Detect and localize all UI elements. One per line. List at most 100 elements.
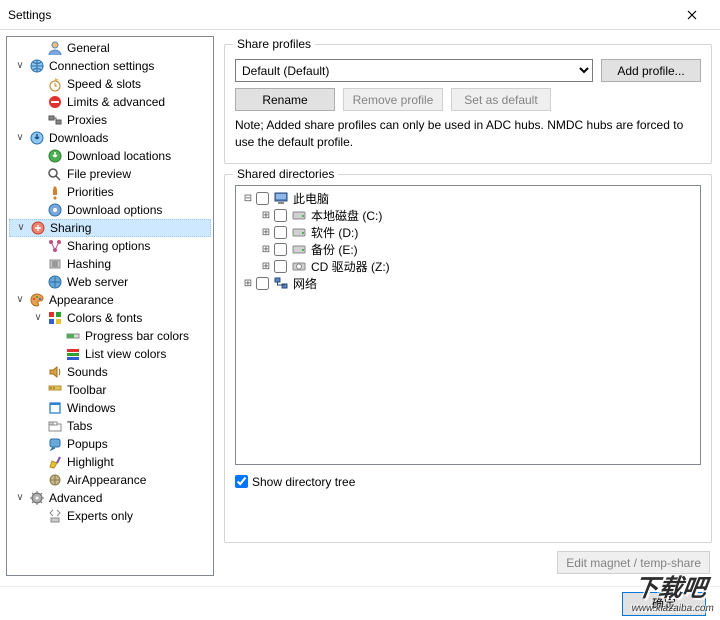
expander-icon[interactable]: ∨ [13,129,27,147]
show-directory-tree-checkbox[interactable] [235,475,248,488]
tree-item-label: Advanced [47,489,104,507]
shared-tree-label: 此电脑 [291,190,329,207]
share-checkbox[interactable] [274,243,287,256]
share-profiles-group: Share profiles Default (Default) Add pro… [224,44,712,164]
edit-magnet-button: Edit magnet / temp-share [557,551,710,574]
tree-item-label: Highlight [65,453,116,471]
tree-item-windows[interactable]: Windows [9,399,211,417]
tree-item-file-preview[interactable]: File preview [9,165,211,183]
shared-tree-item[interactable]: ⊟ 此电脑 [240,190,696,207]
tree-item-label: AirAppearance [65,471,148,489]
shared-tree-item[interactable]: ⊞备份 (E:) [240,241,696,258]
colors-icon [47,310,63,326]
prio-icon [47,184,63,200]
tree-item-label: Tabs [65,417,94,435]
rename-button[interactable]: Rename [235,88,335,111]
share-checkbox[interactable] [256,192,269,205]
tree-item-label: Popups [65,435,110,453]
shared-tree-item[interactable]: ⊞本地磁盘 (C:) [240,207,696,224]
tree-item-label: Sharing [48,219,93,237]
shared-directories-group: Shared directories ⊟此电脑⊞本地磁盘 (C:)⊞软件 (D:… [224,174,712,543]
show-directory-tree-row[interactable]: Show directory tree [235,475,701,489]
tree-item-label: Appearance [47,291,116,309]
expander-icon[interactable]: ∨ [13,57,27,75]
tree-item-highlight[interactable]: Highlight [9,453,211,471]
drive-icon [291,207,307,223]
window-title: Settings [8,8,672,22]
dlopt-icon [47,202,63,218]
share-checkbox[interactable] [256,277,269,290]
shared-tree-item[interactable]: ⊞网络 [240,275,696,292]
tree-item-label: General [65,39,112,57]
tree-item-list-view-colors[interactable]: List view colors [9,345,211,363]
tree-item-sharing-options[interactable]: Sharing options [9,237,211,255]
tree-item-download-options[interactable]: Download options [9,201,211,219]
tree-expander-icon[interactable]: ⊞ [242,278,254,289]
user-icon [47,40,63,56]
tree-item-download-locations[interactable]: Download locations [9,147,211,165]
airapp-icon [47,472,63,488]
expander-icon[interactable]: ∨ [13,291,27,309]
tabs-icon [47,418,63,434]
tree-item-label: Download options [65,201,164,219]
tree-item-label: Experts only [65,507,135,525]
expander-icon[interactable]: ∨ [31,309,45,327]
settings-tree-pane[interactable]: General∨Connection settingsSpeed & slots… [6,36,214,576]
ok-button[interactable]: 确定 [622,592,706,616]
shared-directories-tree[interactable]: ⊟ 此电脑⊞本地磁盘 (C:)⊞软件 (D:)⊞备份 (E:)⊞CD 驱动器 (Z… [235,185,701,465]
tree-item-downloads[interactable]: ∨Downloads [9,129,211,147]
globe-icon [29,58,45,74]
limit-icon [47,94,63,110]
share-checkbox[interactable] [274,226,287,239]
tree-item-label: Sounds [65,363,110,381]
profile-dropdown[interactable]: Default (Default) [235,59,593,82]
download-icon [29,130,45,146]
tree-expander-icon[interactable]: ⊞ [260,244,272,255]
share-checkbox[interactable] [274,209,287,222]
cddrive-icon [291,258,307,274]
advanced-icon [29,490,45,506]
tree-item-sounds[interactable]: Sounds [9,363,211,381]
tree-item-progress-bar-colors[interactable]: Progress bar colors [9,327,211,345]
tree-item-label: File preview [65,165,133,183]
tree-item-web-server[interactable]: Web server [9,273,211,291]
tree-item-sharing[interactable]: ∨ Sharing [9,219,211,237]
tree-item-speed-slots[interactable]: Speed & slots [9,75,211,93]
tree-item-label: Speed & slots [65,75,143,93]
tree-item-label: List view colors [83,345,168,363]
computer-icon [273,190,289,206]
tree-expander-icon[interactable]: ⊞ [260,261,272,272]
profiles-note: Note; Added share profiles can only be u… [235,117,701,151]
tree-item-tabs[interactable]: Tabs [9,417,211,435]
tree-item-toolbar[interactable]: Toolbar [9,381,211,399]
close-button[interactable] [672,1,712,29]
tree-item-appearance[interactable]: ∨ Appearance [9,291,211,309]
tree-item-label: Limits & advanced [65,93,167,111]
expander-icon[interactable]: ∨ [13,489,27,507]
tree-expander-icon[interactable]: ⊞ [260,227,272,238]
popup-icon [47,436,63,452]
proxy-icon [47,112,63,128]
tree-item-popups[interactable]: Popups [9,435,211,453]
expander-icon[interactable]: ∨ [14,219,28,237]
tree-item-advanced[interactable]: ∨ Advanced [9,489,211,507]
shared-tree-item[interactable]: ⊞CD 驱动器 (Z:) [240,258,696,275]
tree-item-airappearance[interactable]: AirAppearance [9,471,211,489]
tree-item-colors-fonts[interactable]: ∨Colors & fonts [9,309,211,327]
tree-item-general[interactable]: General [9,39,211,57]
tree-item-label: Progress bar colors [83,327,191,345]
shared-tree-item[interactable]: ⊞软件 (D:) [240,224,696,241]
tree-expander-icon[interactable]: ⊟ [242,193,254,204]
close-icon [687,10,697,20]
add-profile-button[interactable]: Add profile... [601,59,701,82]
tree-item-experts-only[interactable]: Experts only [9,507,211,525]
tree-item-limits-advanced[interactable]: Limits & advanced [9,93,211,111]
tree-expander-icon[interactable]: ⊞ [260,210,272,221]
tree-item-hashing[interactable]: Hashing [9,255,211,273]
shareopt-icon [47,238,63,254]
tree-item-connection-settings[interactable]: ∨Connection settings [9,57,211,75]
share-checkbox[interactable] [274,260,287,273]
remove-profile-button: Remove profile [343,88,443,111]
tree-item-proxies[interactable]: Proxies [9,111,211,129]
tree-item-priorities[interactable]: Priorities [9,183,211,201]
